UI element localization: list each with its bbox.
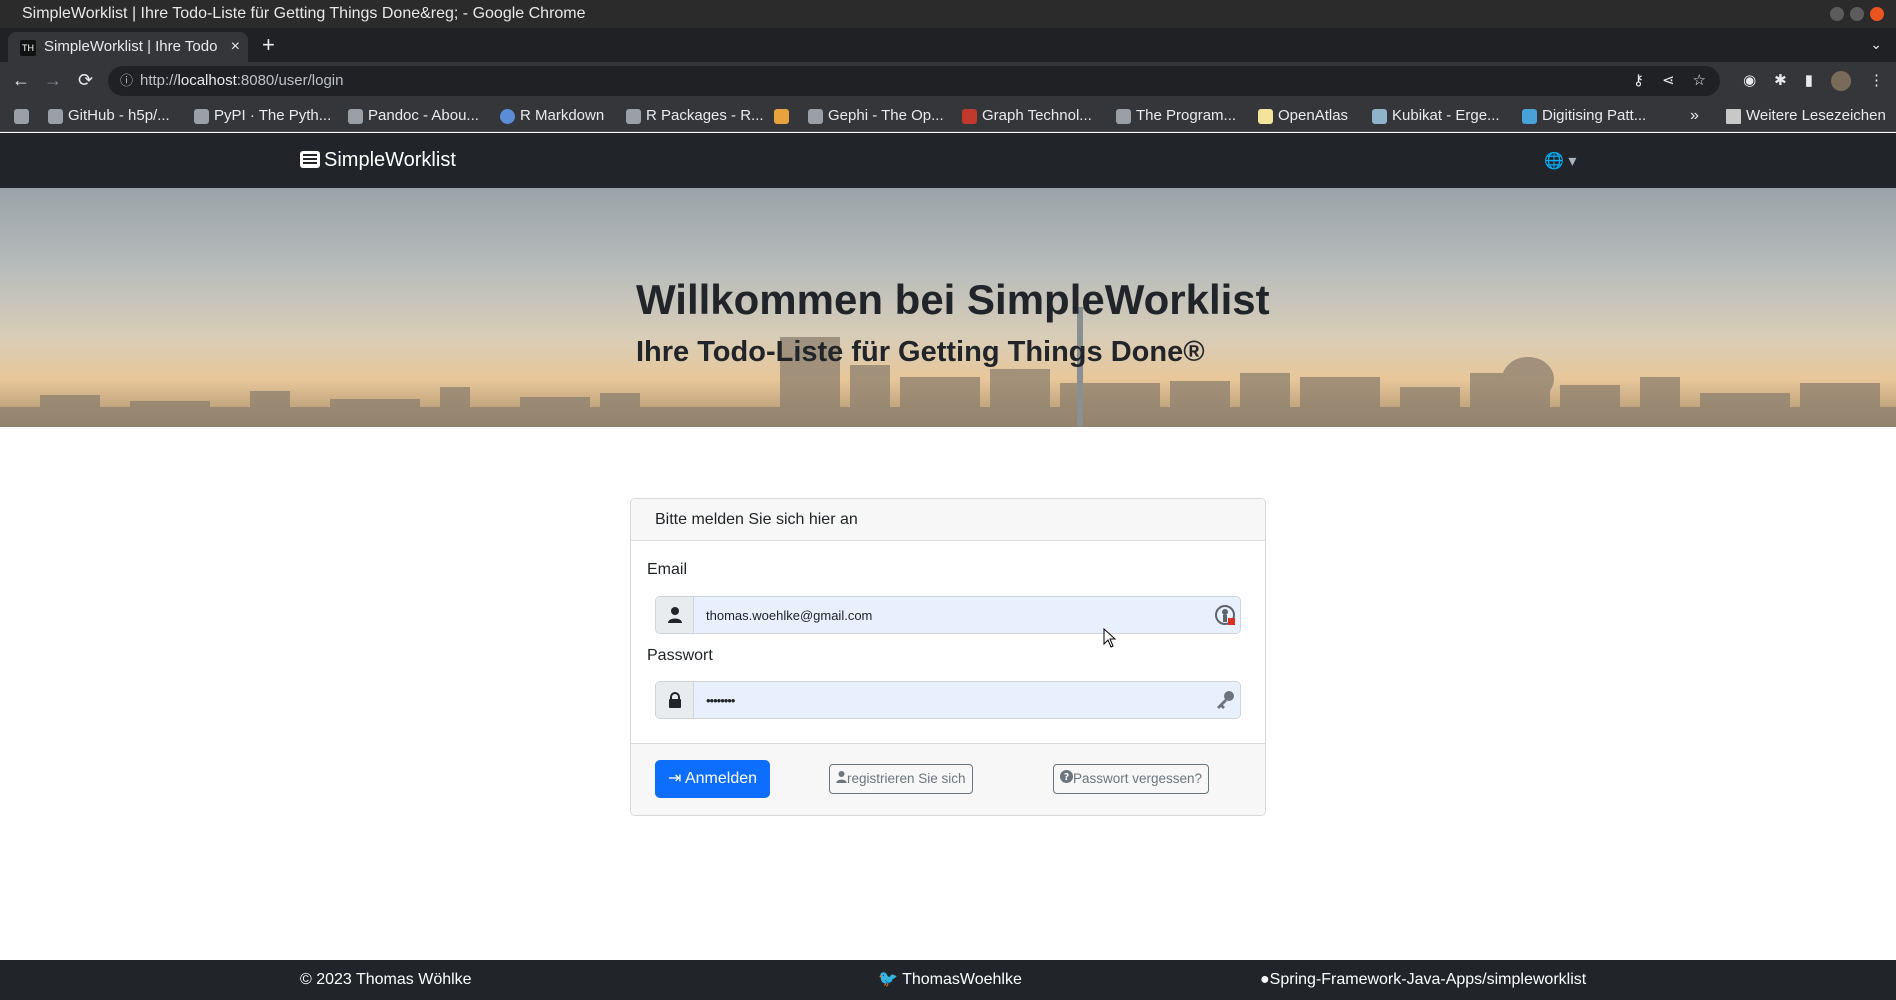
minimize-button[interactable]	[1830, 7, 1844, 21]
password-label: Passwort	[647, 647, 713, 664]
twitter-icon: 🐦	[878, 971, 898, 988]
gephi-icon	[808, 109, 823, 124]
folder-icon	[1726, 109, 1741, 124]
url-path: :8080/user/login	[236, 72, 344, 89]
lock-icon	[656, 682, 694, 718]
bookmark-item[interactable]: GitHub - h5p/...	[46, 100, 170, 132]
bookmark-item[interactable]	[772, 100, 794, 132]
twitter-link[interactable]: 🐦 ThomasWoehlke	[878, 960, 1022, 1000]
user-icon	[836, 771, 847, 783]
register-button[interactable]: registrieren Sie sich	[829, 764, 973, 794]
language-dropdown[interactable]: 🌐 ▾	[1544, 151, 1576, 171]
bookmark-item[interactable]: Gephi - The Op...	[806, 100, 944, 132]
bookmark-item[interactable]: The Program...	[1114, 100, 1236, 132]
extension-icon[interactable]: ◉	[1743, 71, 1756, 91]
favicon-icon: TH	[20, 40, 36, 56]
tab-strip: TH SimpleWorklist | Ihre Todo × + ⌄	[0, 28, 1896, 62]
tab-close-icon[interactable]: ×	[231, 32, 240, 62]
forward-icon[interactable]: →	[44, 70, 62, 90]
bookmarks-bar: GitHub - h5p/... PyPI · The Pyth... Pand…	[0, 100, 1896, 132]
window-controls	[1830, 7, 1884, 21]
forgot-password-label: Passwort vergessen?	[1073, 771, 1203, 786]
email-field[interactable]	[694, 597, 1240, 633]
bookmark-item[interactable]: Digitising Patt...	[1520, 100, 1646, 132]
url-scheme: http://	[140, 72, 178, 89]
bookmark-star-icon[interactable]: ☆	[1693, 66, 1706, 96]
maximize-button[interactable]	[1850, 7, 1864, 21]
register-button-label: registrieren Sie sich	[847, 771, 966, 786]
site-info-icon[interactable]: ⓘ	[120, 66, 133, 96]
address-bar[interactable]: ⓘ http://localhost:8080/user/login ⚷ ⋖ ☆	[108, 66, 1720, 96]
window-title: SimpleWorklist | Ihre Todo-Liste für Get…	[22, 5, 586, 22]
login-card-header: Bitte melden Sie sich hier an	[631, 499, 1265, 541]
key-icon[interactable]	[1214, 689, 1236, 711]
user-icon	[656, 597, 694, 633]
question-circle-icon: ?	[1060, 770, 1073, 783]
other-bookmarks-folder[interactable]: Weitere Lesezeichen	[1724, 100, 1886, 132]
bookmark-item[interactable]: Graph Technol...	[960, 100, 1092, 132]
github-link[interactable]: ●Spring-Framework-Java-Apps/simpleworkli…	[1260, 960, 1586, 1000]
login-card: Bitte melden Sie sich hier an Email Pass…	[630, 498, 1266, 816]
bookmark-item[interactable]: R Packages - R...	[624, 100, 764, 132]
svg-text:?: ?	[1064, 772, 1069, 783]
bookmark-item[interactable]: Kubikat - Erge...	[1370, 100, 1500, 132]
brand-label: SimpleWorklist	[324, 149, 456, 171]
hero-title: Willkommen bei SimpleWorklist	[636, 276, 1270, 323]
digitising-icon	[1522, 109, 1537, 124]
close-window-button[interactable]	[1870, 7, 1884, 21]
rpackages-icon	[626, 109, 641, 124]
login-card-footer: ⇥ Anmelden registrieren Sie sich ? Passwo…	[631, 743, 1265, 815]
tab-search-icon[interactable]: ⌄	[1870, 36, 1882, 53]
page-footer: © 2023 Thomas Wöhlke 🐦 ThomasWoehlke ●Sp…	[0, 960, 1896, 1000]
pypi-icon	[194, 109, 209, 124]
brand-link[interactable]: SimpleWorklist	[300, 133, 456, 188]
app-navbar: SimpleWorklist 🌐 ▾	[0, 133, 1896, 188]
password-manager-icon[interactable]	[1214, 604, 1236, 626]
hero-banner: Willkommen bei SimpleWorklist Ihre Todo-…	[0, 188, 1896, 427]
globe-icon	[14, 109, 29, 124]
tab-label: SimpleWorklist | Ihre Todo	[44, 38, 218, 55]
email-label: Email	[647, 561, 688, 578]
side-panel-icon[interactable]: ▮	[1805, 71, 1813, 91]
globe-icon	[348, 109, 363, 124]
list-icon	[300, 151, 320, 168]
bookmarks-overflow-icon[interactable]: »	[1690, 100, 1699, 132]
openatlas-icon	[1258, 109, 1273, 124]
password-field[interactable]	[694, 682, 1240, 718]
sign-in-icon: ⇥	[668, 770, 682, 787]
browser-toolbar: ← → ⟳ ⓘ http://localhost:8080/user/login…	[0, 62, 1896, 100]
mouse-cursor-icon	[1103, 628, 1117, 648]
window-title-bar: SimpleWorklist | Ihre Todo-Liste für Get…	[0, 0, 1896, 28]
reload-icon[interactable]: ⟳	[78, 70, 93, 90]
graph-tech-icon	[962, 109, 977, 124]
password-input-group	[655, 681, 1241, 719]
url-host: localhost	[177, 72, 237, 89]
login-button-label: Anmelden	[684, 770, 758, 787]
new-tab-icon[interactable]: +	[262, 34, 275, 56]
kubikat-icon	[1372, 109, 1387, 124]
forgot-password-button[interactable]: ? Passwort vergessen?	[1053, 764, 1210, 794]
puzzle-icon[interactable]: ✱	[1774, 71, 1787, 91]
login-button[interactable]: ⇥ Anmelden	[655, 760, 771, 798]
tab-active[interactable]: TH SimpleWorklist | Ihre Todo ×	[8, 32, 248, 62]
copyright-text: © 2023 Thomas Wöhlke	[300, 971, 472, 988]
bookmark-item[interactable]: PyPI · The Pyth...	[192, 100, 331, 132]
back-icon[interactable]: ←	[12, 70, 30, 90]
programming-historian-icon	[1116, 109, 1131, 124]
github-icon	[48, 109, 63, 124]
share-icon[interactable]: ⋖	[1662, 66, 1675, 96]
r-icon	[500, 109, 515, 124]
profile-avatar[interactable]	[1831, 71, 1851, 91]
github-icon: ●	[1260, 971, 1270, 988]
key-icon[interactable]: ⚷	[1633, 66, 1644, 96]
bookmark-item[interactable]: OpenAtlas	[1256, 100, 1348, 132]
colorful-icon	[774, 109, 789, 124]
bookmark-item[interactable]	[12, 100, 34, 132]
email-input-group	[655, 596, 1241, 634]
hero-subtitle: Ihre Todo-Liste für Getting Things Done®	[636, 336, 1205, 368]
bookmark-item[interactable]: R Markdown	[498, 100, 604, 132]
bookmark-item[interactable]: Pandoc - Abou...	[346, 100, 479, 132]
menu-icon[interactable]: ⋮	[1869, 71, 1884, 91]
